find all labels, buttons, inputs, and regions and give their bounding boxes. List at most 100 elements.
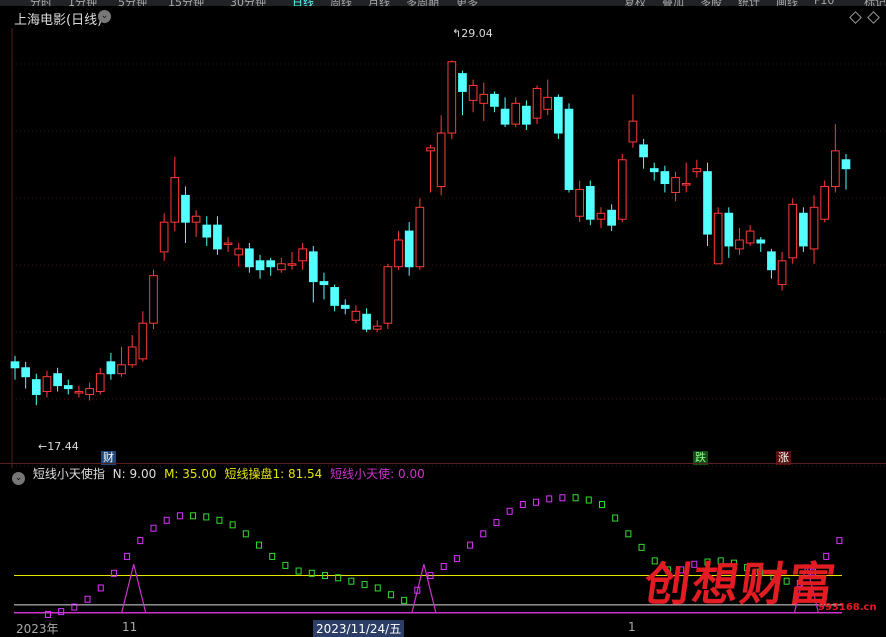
- indicator-point: [84, 595, 91, 603]
- candle-body: [841, 159, 851, 170]
- candle-body: [127, 346, 137, 366]
- candle-body: [617, 159, 627, 220]
- indicator-m: M: 35.00: [164, 467, 217, 481]
- candle-body: [42, 376, 52, 393]
- indicator-point: [836, 537, 843, 545]
- candle-body: [767, 251, 776, 271]
- candle-body: [713, 212, 723, 265]
- candle-body: [21, 367, 30, 378]
- candle-body: [255, 260, 265, 271]
- indicator-point: [176, 512, 183, 520]
- indicator-point: [58, 608, 65, 616]
- candle-body: [149, 275, 158, 324]
- watermark-logo: 创想财富: [640, 557, 841, 611]
- candle-body: [660, 171, 670, 185]
- indicator-point: [440, 563, 447, 571]
- indicator-point: [387, 591, 394, 599]
- candle-body: [85, 388, 94, 396]
- indicator-point: [216, 516, 223, 524]
- indicator-point: [137, 537, 144, 545]
- indicator-point: [282, 561, 289, 569]
- candle-body: [554, 96, 563, 134]
- chevron-down-icon[interactable]: ⌄: [98, 10, 111, 23]
- angel-spike: [121, 564, 147, 613]
- candle-body: [330, 287, 339, 306]
- date-axis-month: 11: [122, 620, 138, 634]
- low-price-value: 17.44: [47, 440, 79, 453]
- candle-body: [10, 361, 20, 369]
- candle-body: [745, 230, 755, 244]
- low-price-label: ←17.44: [38, 440, 79, 453]
- indicator-angel: 短线小天使: 0.00: [330, 467, 425, 481]
- candle-body: [820, 186, 830, 220]
- indicator-point: [361, 581, 368, 589]
- candle-body: [532, 87, 542, 119]
- candle-body: [831, 150, 840, 188]
- indicator-point: [401, 596, 408, 604]
- chevron-down-icon[interactable]: ⌄: [12, 472, 25, 485]
- candle-body: [788, 203, 798, 259]
- candle-body: [277, 263, 286, 271]
- indicator-point: [493, 519, 500, 527]
- indicator-point: [256, 541, 263, 549]
- candle-body: [703, 171, 712, 235]
- indicator-point: [533, 498, 540, 506]
- date-axis: 2023年 11 2023/11/24/五 1: [0, 620, 886, 637]
- diamond-icon[interactable]: [849, 11, 862, 24]
- candle-body: [191, 215, 201, 223]
- angel-spike: [411, 564, 437, 613]
- date-axis-month: 1: [628, 620, 636, 634]
- stock-title: 上海电影(日线): [14, 13, 103, 28]
- candle-body: [223, 242, 233, 245]
- candle-body: [639, 144, 648, 158]
- indicator-point: [598, 501, 605, 509]
- indicator-name: 短线小天使指: [32, 467, 105, 481]
- diamond-icon[interactable]: [867, 11, 880, 24]
- date-axis-year: 2023年: [16, 622, 59, 636]
- candle-body: [74, 391, 84, 394]
- indicator-point: [453, 555, 460, 563]
- candle-body: [543, 96, 553, 110]
- candle-body: [95, 373, 105, 393]
- indicator-point: [638, 543, 645, 551]
- indicator-point: [242, 530, 249, 538]
- candle-body: [681, 183, 691, 186]
- candle-body: [138, 322, 148, 360]
- candle-body: [287, 263, 297, 266]
- candle-body: [53, 373, 62, 387]
- candle-body: [500, 108, 510, 125]
- candle-body: [809, 206, 819, 250]
- indicator-point: [546, 495, 553, 503]
- high-price-value: 29.04: [461, 27, 493, 40]
- indicator-point: [374, 584, 381, 592]
- candle-body: [31, 379, 41, 396]
- indicator-point: [467, 541, 474, 549]
- indicator-point: [480, 530, 487, 538]
- candle-body: [170, 177, 180, 223]
- indicator-point: [295, 567, 302, 575]
- indicator-point: [348, 577, 355, 585]
- indicator-point: [97, 584, 104, 592]
- stock-header: 上海电影(日线) ⌄: [0, 6, 886, 28]
- candle-body: [799, 212, 808, 247]
- candle-body: [490, 93, 499, 107]
- candle-body: [298, 248, 307, 262]
- candle-body: [447, 61, 457, 134]
- candlestick-chart[interactable]: [0, 28, 886, 468]
- candle-body: [607, 209, 616, 226]
- watermark-url: 993168.cn: [818, 602, 877, 613]
- indicator-op: 短线操盘1: 81.54: [224, 467, 323, 481]
- candle-body: [415, 206, 425, 268]
- candle-body: [234, 248, 244, 256]
- candle-body: [63, 385, 73, 390]
- candle-body: [213, 224, 222, 250]
- candle-body: [383, 266, 393, 324]
- candle-body: [575, 188, 584, 217]
- candle-body: [724, 212, 734, 247]
- candle-body: [340, 304, 350, 309]
- candle-body: [426, 147, 435, 152]
- candle-body: [596, 212, 606, 220]
- indicator-point: [612, 514, 619, 522]
- indicator-point: [572, 494, 579, 502]
- candle-body: [468, 84, 478, 101]
